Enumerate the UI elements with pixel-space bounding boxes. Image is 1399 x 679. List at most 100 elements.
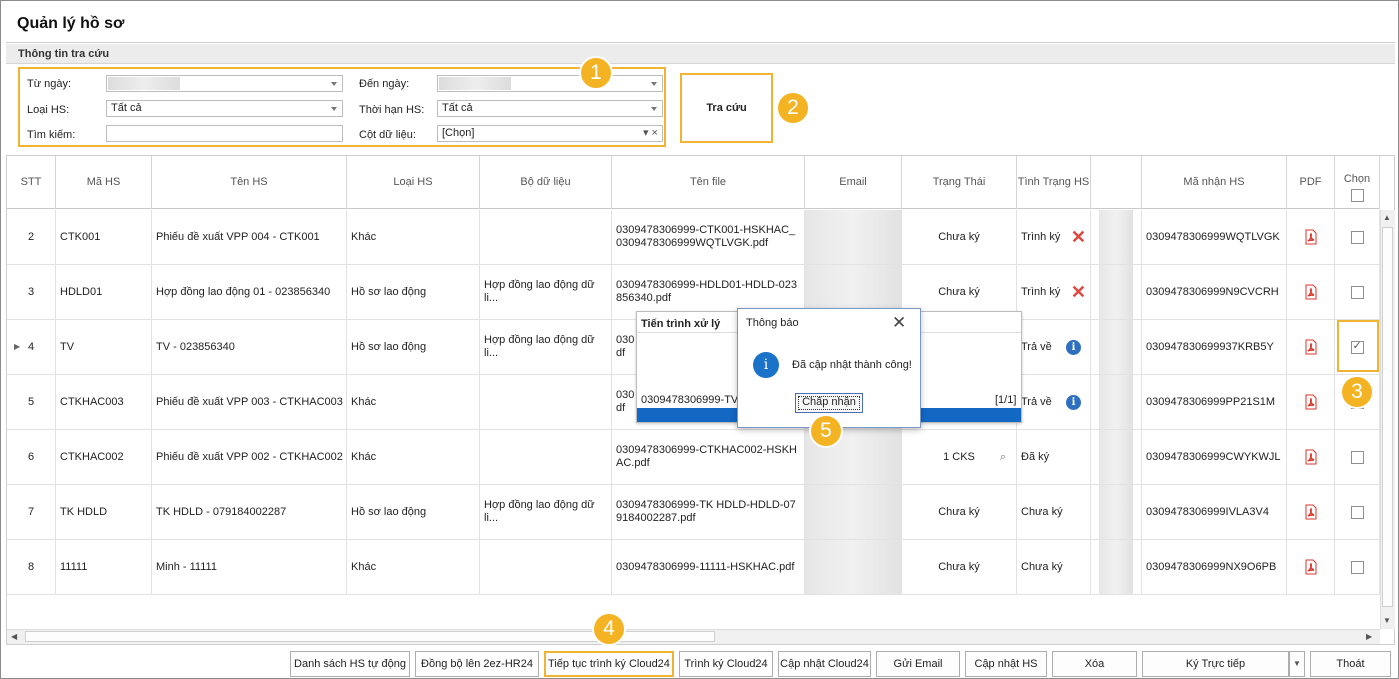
cell-stt[interactable]: 7 bbox=[7, 485, 56, 540]
cell-bo-du-lieu[interactable] bbox=[480, 540, 612, 595]
delete-button[interactable]: Xóa bbox=[1052, 651, 1137, 677]
cell-pdf[interactable] bbox=[1287, 320, 1335, 375]
cell-blur[interactable] bbox=[1091, 320, 1142, 375]
cell-chon[interactable] bbox=[1335, 540, 1380, 595]
search-button[interactable]: Tra cứu bbox=[680, 73, 773, 143]
from-date-field[interactable] bbox=[106, 75, 343, 92]
vertical-scroll-thumb[interactable] bbox=[1382, 227, 1393, 607]
cell-ma-nhan[interactable]: 030947830699937KRB5Y bbox=[1142, 320, 1287, 375]
exit-button[interactable]: Thoát bbox=[1310, 651, 1391, 677]
cell-ma-hs[interactable]: TK HDLD bbox=[56, 485, 152, 540]
header-col-ten-hs[interactable]: Tên HS bbox=[152, 156, 347, 209]
cell-loai-hs[interactable]: Hồ sơ lao động bbox=[347, 265, 480, 320]
cell-ten-hs[interactable]: Phiếu đề xuất VPP 003 - CTKHAC003 bbox=[152, 375, 347, 430]
cell-loai-hs[interactable]: Hồ sơ lao động bbox=[347, 320, 480, 375]
pdf-icon[interactable] bbox=[1303, 229, 1319, 245]
header-col-email[interactable]: Email bbox=[805, 156, 902, 209]
cell-bo-du-lieu[interactable] bbox=[480, 430, 612, 485]
cell-tinh-trang[interactable]: Chưa ký bbox=[1017, 485, 1091, 540]
cell-stt[interactable]: 6 bbox=[7, 430, 56, 485]
header-col-stt[interactable]: STT bbox=[7, 156, 56, 209]
cell-ten-hs[interactable]: Phiếu đề xuất VPP 002 - CTKHAC002 bbox=[152, 430, 347, 485]
search-input[interactable] bbox=[106, 125, 343, 142]
cell-pdf[interactable] bbox=[1287, 485, 1335, 540]
clear-icon[interactable]: ▾ × bbox=[643, 126, 658, 141]
search-icon[interactable]: ⌕ bbox=[1000, 451, 1006, 464]
cell-stt[interactable]: 5 bbox=[7, 375, 56, 430]
cell-email[interactable] bbox=[805, 485, 902, 540]
cell-pdf[interactable] bbox=[1287, 430, 1335, 485]
header-col-bo-du-lieu[interactable]: Bộ dữ liệu bbox=[480, 156, 612, 209]
cell-tinh-trang[interactable]: Trả về i bbox=[1017, 375, 1091, 430]
select-checkbox[interactable] bbox=[1350, 230, 1364, 244]
sign-cloud24-button[interactable]: Trình ký Cloud24 bbox=[679, 651, 773, 677]
cell-ten-hs[interactable]: Phiếu đề xuất VPP 004 - CTK001 bbox=[152, 210, 347, 265]
cell-ten-file[interactable]: 0309478306999-CTKHAC002-HSKHAC.pdf bbox=[612, 430, 805, 485]
cell-chon[interactable] bbox=[1335, 265, 1380, 320]
cell-tinh-trang[interactable]: Trình ký ✕ bbox=[1017, 265, 1091, 320]
header-col-pdf[interactable]: PDF bbox=[1287, 156, 1335, 209]
cell-blur[interactable] bbox=[1091, 540, 1142, 595]
cell-chon[interactable] bbox=[1335, 430, 1380, 485]
pdf-icon[interactable] bbox=[1303, 284, 1319, 300]
cell-tinh-trang[interactable]: Đã ký bbox=[1017, 430, 1091, 485]
cell-ma-hs[interactable]: TV bbox=[56, 320, 152, 375]
cell-bo-du-lieu[interactable] bbox=[480, 210, 612, 265]
cell-blur[interactable] bbox=[1091, 265, 1142, 320]
cell-ma-hs[interactable]: HDLD01 bbox=[56, 265, 152, 320]
pdf-icon[interactable] bbox=[1303, 394, 1319, 410]
send-email-button[interactable]: Gửi Email bbox=[876, 651, 960, 677]
continue-sign-cloud24-button[interactable]: Tiếp tục trình ký Cloud24 bbox=[544, 651, 674, 677]
sync-2ez-button[interactable]: Đồng bộ lên 2ez-HR24 bbox=[415, 651, 539, 677]
type-select[interactable]: Tất cả bbox=[106, 100, 343, 117]
term-select[interactable]: Tất cả bbox=[437, 100, 663, 117]
cell-ma-nhan[interactable]: 0309478306999PP21S1M bbox=[1142, 375, 1287, 430]
cell-stt[interactable]: 2 bbox=[7, 210, 56, 265]
cell-loai-hs[interactable]: Khác bbox=[347, 540, 480, 595]
cell-stt[interactable]: 3 bbox=[7, 265, 56, 320]
auto-list-button[interactable]: Danh sách HS tự động bbox=[290, 651, 410, 677]
cell-stt[interactable]: 8 bbox=[7, 540, 56, 595]
cell-email[interactable] bbox=[805, 210, 902, 265]
cell-ma-nhan[interactable]: 0309478306999NX9O6PB bbox=[1142, 540, 1287, 595]
cell-pdf[interactable] bbox=[1287, 540, 1335, 595]
select-checkbox[interactable] bbox=[1350, 285, 1364, 299]
cell-ten-file[interactable]: 0309478306999-CTK001-HSKHAC_030947830699… bbox=[612, 210, 805, 265]
scroll-right-icon[interactable]: ▶ bbox=[1366, 632, 1372, 641]
cell-tinh-trang[interactable]: Chưa ký bbox=[1017, 540, 1091, 595]
cell-ten-hs[interactable]: Hợp đồng lao động 01 - 023856340 bbox=[152, 265, 347, 320]
column-select[interactable]: [Chọn] ▾ × bbox=[437, 125, 663, 142]
update-hs-button[interactable]: Cập nhật HS bbox=[965, 651, 1047, 677]
cell-ten-hs[interactable]: Minh - 11111 bbox=[152, 540, 347, 595]
cell-ma-hs[interactable]: CTKHAC003 bbox=[56, 375, 152, 430]
cell-pdf[interactable] bbox=[1287, 375, 1335, 430]
cell-trang-thai[interactable]: 1 CKS ⌕ bbox=[902, 430, 1017, 485]
cell-loai-hs[interactable]: Khác bbox=[347, 430, 480, 485]
header-col-loai-hs[interactable]: Loại HS bbox=[347, 156, 480, 209]
cell-bo-du-lieu[interactable]: Hợp đồng lao động dữ li... bbox=[480, 485, 612, 540]
close-icon[interactable]: ✕ bbox=[892, 313, 906, 333]
cell-blur[interactable] bbox=[1091, 485, 1142, 540]
pdf-icon[interactable] bbox=[1303, 449, 1319, 465]
cell-loai-hs[interactable]: Hồ sơ lao động bbox=[347, 485, 480, 540]
cell-loai-hs[interactable]: Khác bbox=[347, 210, 480, 265]
scroll-up-icon[interactable]: ▲ bbox=[1383, 213, 1391, 222]
pdf-icon[interactable] bbox=[1303, 559, 1319, 575]
cell-ma-nhan[interactable]: 0309478306999IVLA3V4 bbox=[1142, 485, 1287, 540]
cell-ten-hs[interactable]: TV - 023856340 bbox=[152, 320, 347, 375]
header-col-ma-nhan[interactable]: Mã nhận HS bbox=[1142, 156, 1287, 209]
select-checkbox[interactable] bbox=[1350, 560, 1364, 574]
sign-direct-button[interactable]: Ký Trực tiếp bbox=[1142, 651, 1289, 677]
cell-bo-du-lieu[interactable]: Hợp đồng lao động dữ li... bbox=[480, 265, 612, 320]
cell-ten-hs[interactable]: TK HDLD - 079184002287 bbox=[152, 485, 347, 540]
pdf-icon[interactable] bbox=[1303, 504, 1319, 520]
select-checkbox[interactable] bbox=[1350, 505, 1364, 519]
cell-ma-nhan[interactable]: 0309478306999CWYKWJL bbox=[1142, 430, 1287, 485]
pdf-icon[interactable] bbox=[1303, 339, 1319, 355]
cell-tinh-trang[interactable]: Trả về i bbox=[1017, 320, 1091, 375]
cell-ma-nhan[interactable]: 0309478306999WQTLVGK bbox=[1142, 210, 1287, 265]
cell-tinh-trang[interactable]: Trình ký ✕ bbox=[1017, 210, 1091, 265]
ok-button[interactable]: Chấp nhận bbox=[795, 393, 863, 413]
cell-bo-du-lieu[interactable]: Hợp đồng lao động dữ li... bbox=[480, 320, 612, 375]
cell-blur[interactable] bbox=[1091, 430, 1142, 485]
